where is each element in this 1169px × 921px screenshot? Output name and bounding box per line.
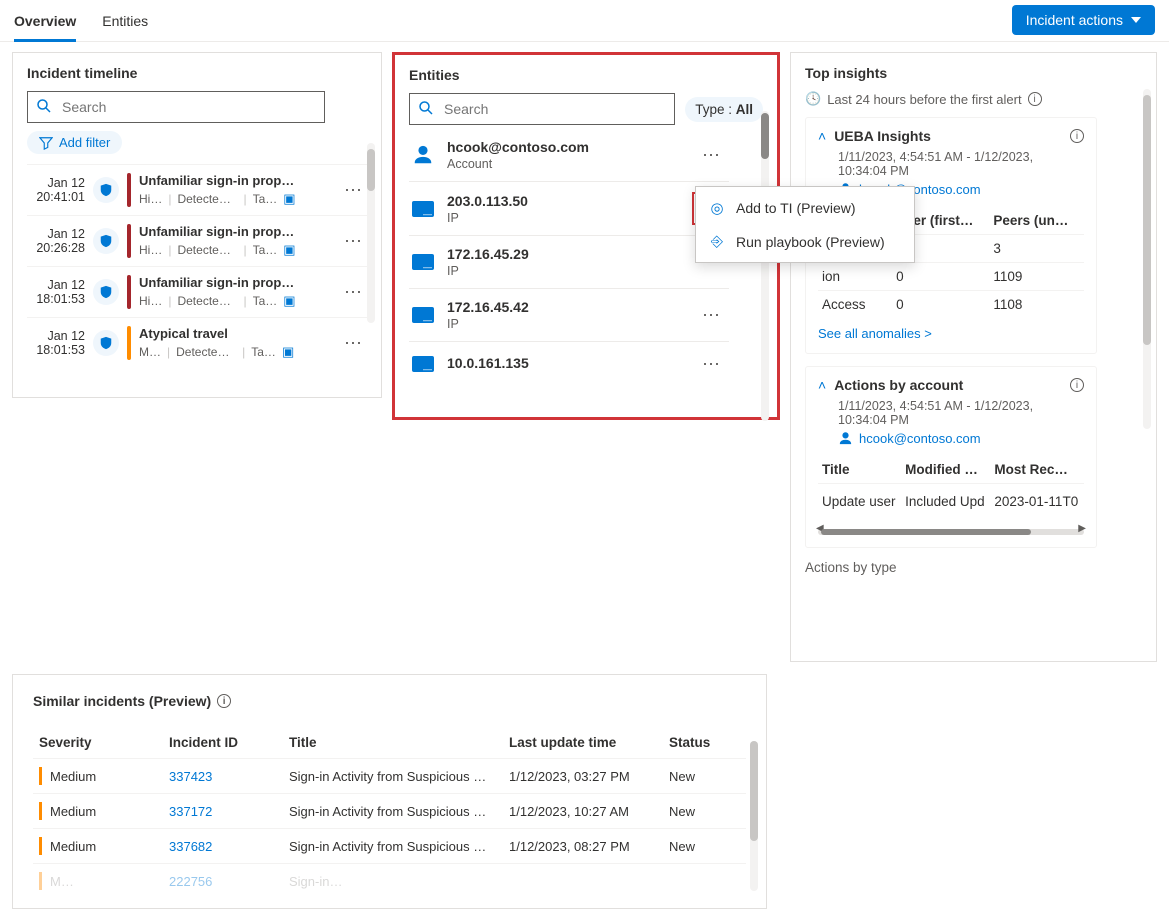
info-icon[interactable]: i [1070, 378, 1084, 392]
timeline-scrollbar[interactable] [367, 143, 375, 323]
insights-range-hint: 🕓 Last 24 hours before the first alert i [805, 91, 1142, 107]
chevron-up-icon[interactable]: ˄ [818, 377, 826, 393]
entities-search[interactable] [409, 93, 675, 125]
add-filter-button[interactable]: Add filter [27, 131, 122, 154]
actions-by-type-label: Actions by type [805, 560, 1142, 575]
ip-icon [411, 352, 435, 376]
insights-scrollbar[interactable] [1143, 89, 1151, 429]
monitor-icon: ▣ [283, 191, 295, 207]
row-more-button[interactable]: ⋯ [340, 282, 367, 303]
user-icon [411, 143, 435, 167]
entities-scrollbar[interactable] [761, 111, 769, 421]
actions-section: ˄ Actions by account i 1/11/2023, 4:54:5… [805, 366, 1097, 548]
menu-add-to-ti[interactable]: ◎ Add to TI (Preview) [696, 191, 914, 225]
entity-more-button[interactable]: ⋯ [696, 305, 727, 326]
table-row[interactable]: Access01108 [818, 291, 1084, 319]
table-row[interactable]: ion01109 [818, 263, 1084, 291]
timeline-search-input[interactable] [60, 98, 316, 116]
ip-icon [411, 197, 435, 221]
playbook-icon: ⎆ [708, 233, 726, 250]
incident-id-link[interactable]: 337423 [169, 769, 212, 784]
similar-incidents-table: Severity Incident ID Title Last update t… [33, 727, 746, 898]
ueba-range: 1/11/2023, 4:54:51 AM - 1/12/2023, 10:34… [838, 150, 1084, 178]
actions-range: 1/11/2023, 4:54:51 AM - 1/12/2023, 10:34… [838, 399, 1084, 427]
top-insights-title: Top insights [805, 65, 1142, 81]
similar-scrollbar[interactable] [750, 741, 758, 891]
menu-run-playbook[interactable]: ⎆ Run playbook (Preview) [696, 225, 914, 258]
entity-more-button[interactable]: ⋯ [696, 145, 727, 166]
see-all-anomalies-link[interactable]: See all anomalies > [818, 326, 932, 341]
filter-icon [39, 136, 53, 150]
incident-timeline-title: Incident timeline [27, 65, 367, 81]
shield-icon [93, 177, 119, 203]
actions-table: Title Modified … Most Rec… Update user I… [818, 456, 1084, 519]
info-icon[interactable]: i [1070, 129, 1084, 143]
table-row[interactable]: Medium 337682 Sign-in Activity from Susp… [33, 829, 746, 864]
horizontal-scrollbar[interactable] [818, 529, 1084, 535]
table-row[interactable]: Medium 337172 Sign-in Activity from Susp… [33, 794, 746, 829]
timeline-row[interactable]: Jan 1218:01:53 Unfamiliar sign-in prop… … [27, 266, 367, 317]
entity-row[interactable]: 172.16.45.42 IP ⋯ [409, 289, 729, 342]
entity-context-menu: ◎ Add to TI (Preview) ⎆ Run playbook (Pr… [695, 186, 915, 263]
timeline-row[interactable]: Jan 1218:01:53 Atypical travel M…|Detect… [27, 317, 367, 368]
target-icon: ◎ [708, 199, 726, 217]
incident-id-link[interactable]: 337682 [169, 839, 212, 854]
info-icon[interactable]: i [217, 694, 231, 708]
table-row[interactable]: Update user Included Upd 2023-01-11T0 [818, 484, 1084, 520]
add-filter-label: Add filter [59, 135, 110, 150]
search-icon [36, 98, 52, 117]
timeline-row[interactable]: Jan 1220:26:28 Unfamiliar sign-in prop… … [27, 215, 367, 266]
search-icon [418, 100, 434, 119]
shield-icon [93, 228, 119, 254]
shield-icon [93, 279, 119, 305]
row-more-button[interactable]: ⋯ [340, 333, 367, 354]
actions-title: Actions by account [834, 377, 1062, 393]
tab-entities[interactable]: Entities [102, 5, 148, 41]
type-filter-pill[interactable]: Type : All [685, 97, 763, 122]
shield-icon [93, 330, 119, 356]
entity-row[interactable]: 172.16.45.29 IP ⋯ [409, 236, 729, 289]
user-icon [838, 431, 853, 446]
entities-card: Entities Type : All [392, 52, 780, 420]
monitor-icon: ▣ [282, 344, 294, 360]
table-row[interactable]: Medium 337423 Sign-in Activity from Susp… [33, 759, 746, 794]
monitor-icon: ▣ [283, 242, 295, 258]
severity-bar [127, 275, 131, 309]
entities-title: Entities [409, 67, 763, 83]
entity-row[interactable]: 203.0.113.50 IP ⋯ ◎ Add to TI (Preview) … [409, 182, 729, 236]
severity-bar [127, 173, 131, 207]
tab-overview[interactable]: Overview [14, 5, 76, 42]
incident-timeline-card: Incident timeline Add filter Jan 1220:41… [12, 52, 382, 398]
ip-icon [411, 303, 435, 327]
chevron-down-icon [1131, 17, 1141, 23]
row-more-button[interactable]: ⋯ [340, 231, 367, 252]
chevron-up-icon[interactable]: ˄ [818, 128, 826, 144]
table-row[interactable]: M… 222756 Sign-in… [33, 864, 746, 899]
ueba-title: UEBA Insights [834, 128, 1062, 144]
similar-incidents-title: Similar incidents (Preview) [33, 693, 211, 709]
timeline-search[interactable] [27, 91, 325, 123]
info-icon[interactable]: i [1028, 92, 1042, 106]
incident-actions-label: Incident actions [1026, 12, 1123, 28]
monitor-icon: ▣ [283, 293, 295, 309]
row-more-button[interactable]: ⋯ [340, 180, 367, 201]
severity-bar [127, 224, 131, 258]
similar-incidents-card: Similar incidents (Preview) i Severity I… [12, 674, 767, 909]
top-insights-card: Top insights 🕓 Last 24 hours before the … [790, 52, 1157, 662]
timeline-row[interactable]: Jan 1220:41:01 Unfamiliar sign-in prop… … [27, 164, 367, 215]
incident-actions-button[interactable]: Incident actions [1012, 5, 1155, 35]
incident-id-link[interactable]: 337172 [169, 804, 212, 819]
entity-more-button[interactable]: ⋯ [696, 354, 727, 375]
actions-user[interactable]: hcook@contoso.com [838, 431, 1084, 446]
clock-icon: 🕓 [805, 91, 821, 107]
entities-search-input[interactable] [442, 100, 666, 118]
severity-bar [127, 326, 131, 360]
entity-row[interactable]: hcook@contoso.com Account ⋯ [409, 129, 729, 182]
ip-icon [411, 250, 435, 274]
entity-row[interactable]: 10.0.161.135 ⋯ [409, 342, 729, 386]
